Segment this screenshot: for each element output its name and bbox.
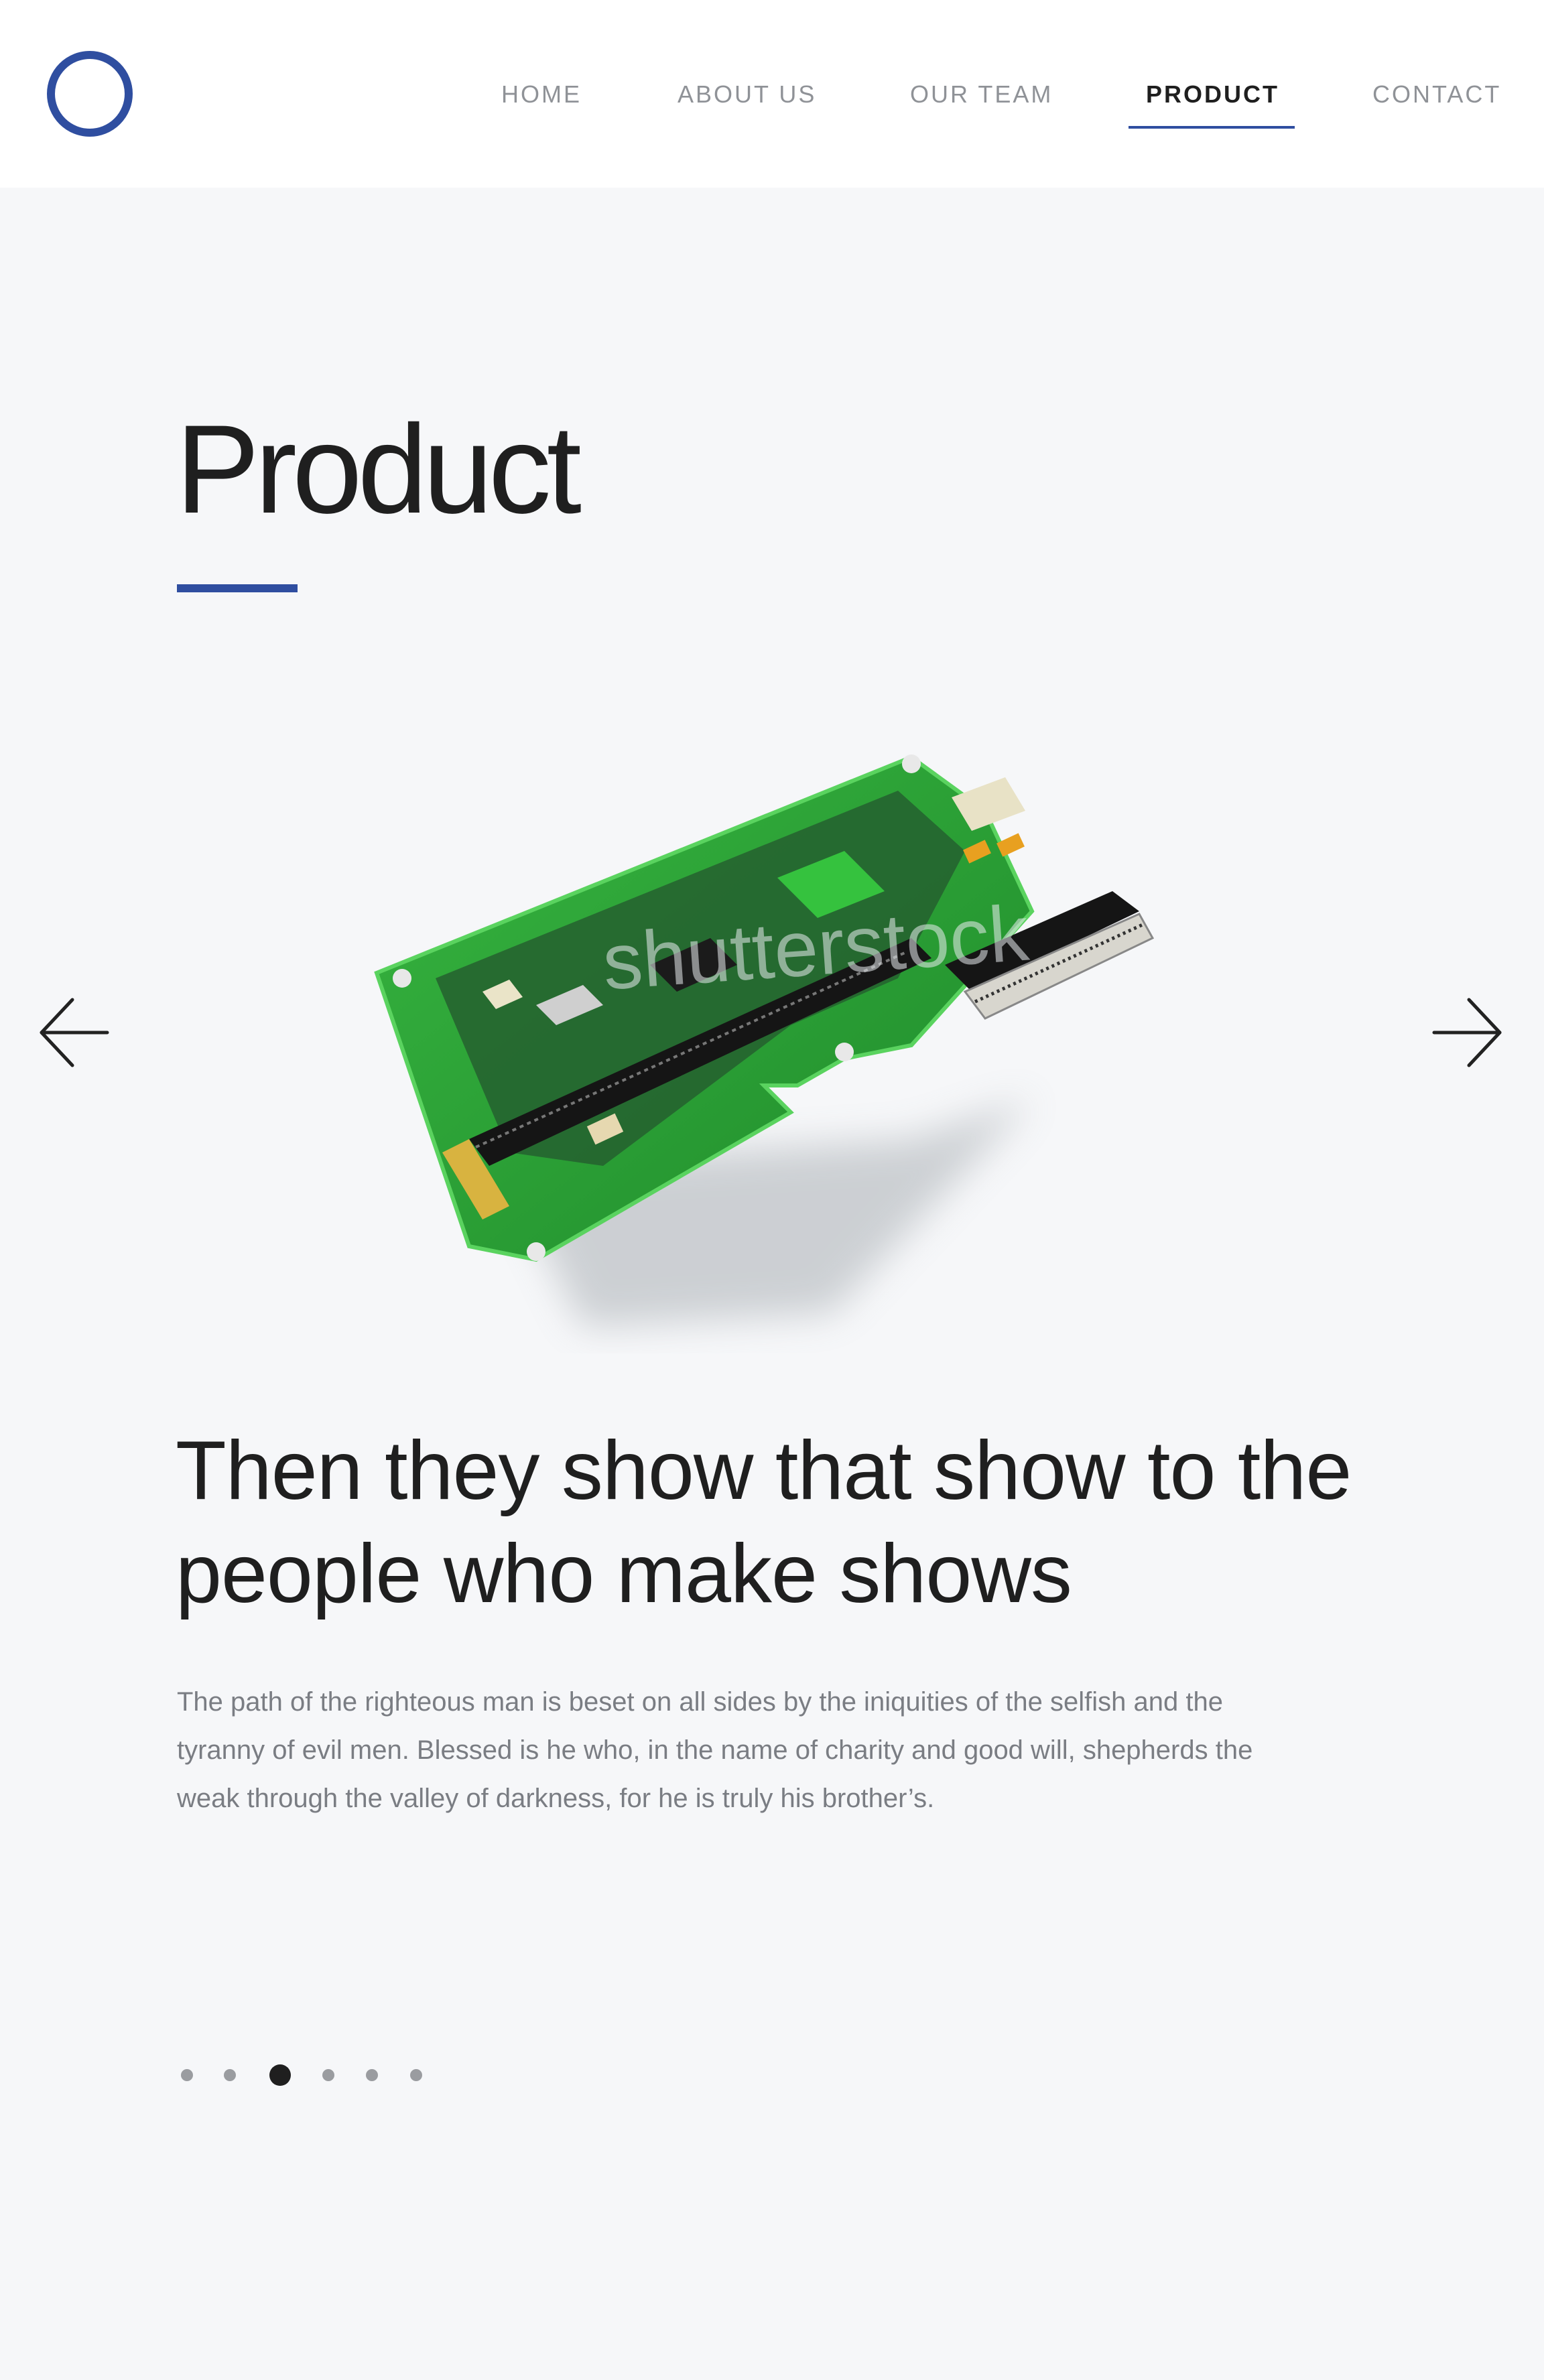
arrow-right-icon[interactable] — [1430, 996, 1504, 1069]
pagination-dot-4[interactable] — [322, 2069, 334, 2081]
pagination-dot-6[interactable] — [410, 2069, 422, 2081]
logo-ring[interactable] — [47, 51, 133, 137]
nav-active-underline — [1129, 126, 1295, 129]
arrow-left-icon[interactable] — [38, 996, 111, 1069]
title-accent-bar — [177, 584, 298, 592]
nav-about-us[interactable]: ABOUT US — [678, 80, 816, 114]
pagination-dot-2[interactable] — [224, 2069, 236, 2081]
pagination-dot-1[interactable] — [181, 2069, 193, 2081]
site-header: HOME ABOUT US OUR TEAM PRODUCT CONTACT — [0, 0, 1544, 188]
nav-our-team[interactable]: OUR TEAM — [910, 80, 1053, 114]
page-title: Product — [176, 399, 582, 539]
pagination-dot-3[interactable] — [269, 2064, 291, 2086]
product-image: shutterstock — [362, 737, 1246, 1353]
nav-home[interactable]: HOME — [501, 80, 582, 114]
slide-body-text: The path of the righteous man is beset o… — [177, 1687, 1253, 1813]
pagination-dot-5[interactable] — [366, 2069, 378, 2081]
nav-product[interactable]: PRODUCT — [1146, 80, 1279, 114]
nav-contact[interactable]: CONTACT — [1372, 80, 1501, 114]
circuit-board-illustration: shutterstock — [374, 754, 1155, 1327]
slide-heading: Then they show that show to the people w… — [176, 1425, 1352, 1620]
